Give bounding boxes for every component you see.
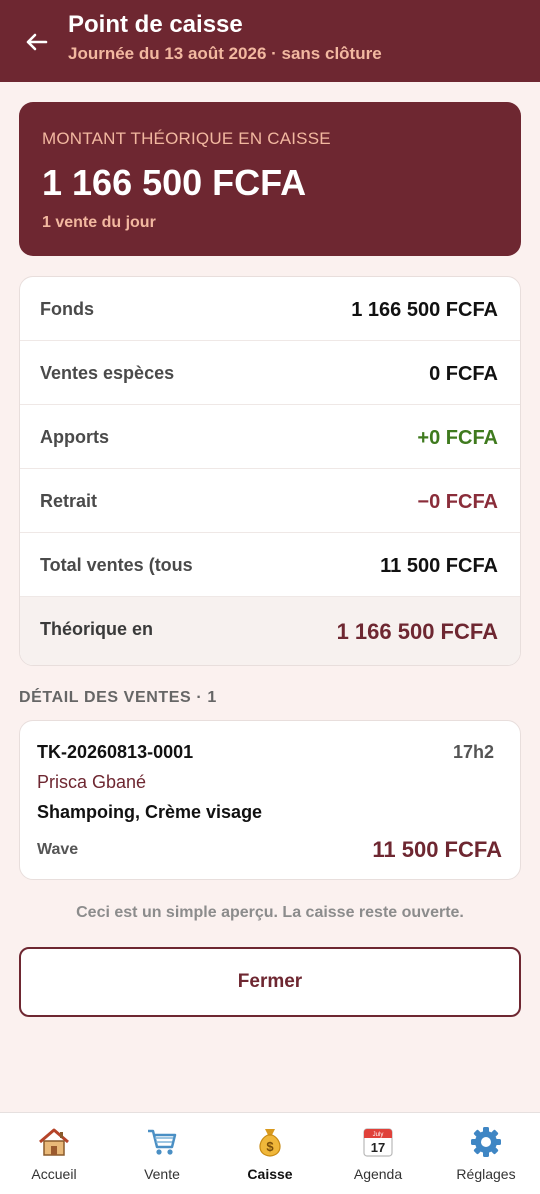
nav-item-vente[interactable]: Vente bbox=[108, 1113, 216, 1194]
breakdown-row-cash-sales: Ventes espèces 0 FCFA bbox=[20, 341, 520, 405]
cash-breakdown-card: Fonds 1 166 500 FCFA Ventes espèces 0 FC… bbox=[19, 276, 521, 666]
theoretical-amount-card: MONTANT THÉORIQUE EN CAISSE 1 166 500 FC… bbox=[19, 102, 521, 256]
breakdown-row-theoretical: Théorique en 1 166 500 FCFA bbox=[20, 597, 520, 665]
breakdown-total-value: 1 166 500 FCFA bbox=[336, 619, 498, 644]
calendar-day: 17 bbox=[371, 1140, 385, 1155]
theoretical-amount-value: 1 166 500 FCFA bbox=[42, 162, 307, 203]
nav-label: Accueil bbox=[31, 1166, 77, 1182]
page-title: Point de caisse bbox=[68, 11, 243, 38]
bottom-navigation: Accueil Vente $ Caisse July 17 Agenda Ré… bbox=[0, 1112, 540, 1194]
calendar-icon: July 17 bbox=[361, 1125, 395, 1159]
sale-card[interactable]: TK-20260813-0001 17h2 Prisca Gbané Shamp… bbox=[19, 720, 521, 880]
sales-detail-title: DÉTAIL DES VENTES · 1 bbox=[19, 689, 217, 706]
preview-note: Ceci est un simple aperçu. La caisse res… bbox=[76, 904, 464, 921]
breakdown-value: −0 FCFA bbox=[417, 491, 498, 513]
back-button[interactable] bbox=[14, 22, 58, 62]
breakdown-label: Retrait bbox=[40, 491, 98, 511]
breakdown-value: 1 166 500 FCFA bbox=[351, 299, 498, 321]
breakdown-label: Apports bbox=[40, 427, 109, 447]
app-header: Point de caisse Journée du 13 août 2026 … bbox=[0, 0, 540, 82]
breakdown-row-retrait: Retrait −0 FCFA bbox=[20, 469, 520, 533]
sale-items: Shampoing, Crème visage bbox=[37, 802, 263, 822]
breakdown-row-apports: Apports +0 FCFA bbox=[20, 405, 520, 469]
breakdown-row-total-sales: Total ventes (tous 11 500 FCFA bbox=[20, 533, 520, 597]
house-icon bbox=[37, 1125, 71, 1159]
nav-item-accueil[interactable]: Accueil bbox=[0, 1113, 108, 1194]
breakdown-value: +0 FCFA bbox=[417, 427, 498, 449]
breakdown-label: Théorique en bbox=[40, 619, 154, 639]
breakdown-label: Fonds bbox=[40, 299, 94, 319]
cart-icon bbox=[145, 1125, 179, 1159]
calendar-month: July bbox=[373, 1132, 384, 1138]
nav-item-reglages[interactable]: Réglages bbox=[432, 1113, 540, 1194]
nav-label: Réglages bbox=[456, 1166, 516, 1182]
theoretical-amount-label: MONTANT THÉORIQUE EN CAISSE bbox=[42, 129, 331, 148]
sale-client-name: Prisca Gbané bbox=[37, 772, 147, 792]
sale-payment-method: Wave bbox=[37, 841, 79, 858]
breakdown-value: 11 500 FCFA bbox=[380, 555, 498, 577]
nav-item-agenda[interactable]: July 17 Agenda bbox=[324, 1113, 432, 1194]
nav-label: Caisse bbox=[247, 1166, 293, 1182]
breakdown-row-fonds: Fonds 1 166 500 FCFA bbox=[20, 277, 520, 341]
gear-icon bbox=[469, 1125, 503, 1159]
breakdown-value: 0 FCFA bbox=[429, 363, 498, 385]
arrow-left-icon bbox=[26, 33, 48, 51]
money-bag-icon: $ bbox=[253, 1125, 287, 1159]
page-subtitle: Journée du 13 août 2026 · sans clôture bbox=[68, 44, 382, 63]
sale-time: 17h2 bbox=[452, 742, 494, 762]
svg-text:$: $ bbox=[266, 1139, 274, 1154]
sale-amount: 11 500 FCFA bbox=[372, 837, 502, 862]
breakdown-label: Ventes espèces bbox=[40, 363, 175, 383]
daily-sales-count: 1 vente du jour bbox=[42, 214, 156, 231]
close-button[interactable]: Fermer bbox=[19, 947, 521, 1017]
sale-ticket-number: TK-20260813-0001 bbox=[37, 742, 194, 762]
nav-item-caisse[interactable]: $ Caisse bbox=[216, 1113, 324, 1194]
nav-label: Vente bbox=[144, 1166, 180, 1182]
nav-label: Agenda bbox=[353, 1166, 403, 1182]
breakdown-label: Total ventes (tous bbox=[40, 555, 193, 575]
